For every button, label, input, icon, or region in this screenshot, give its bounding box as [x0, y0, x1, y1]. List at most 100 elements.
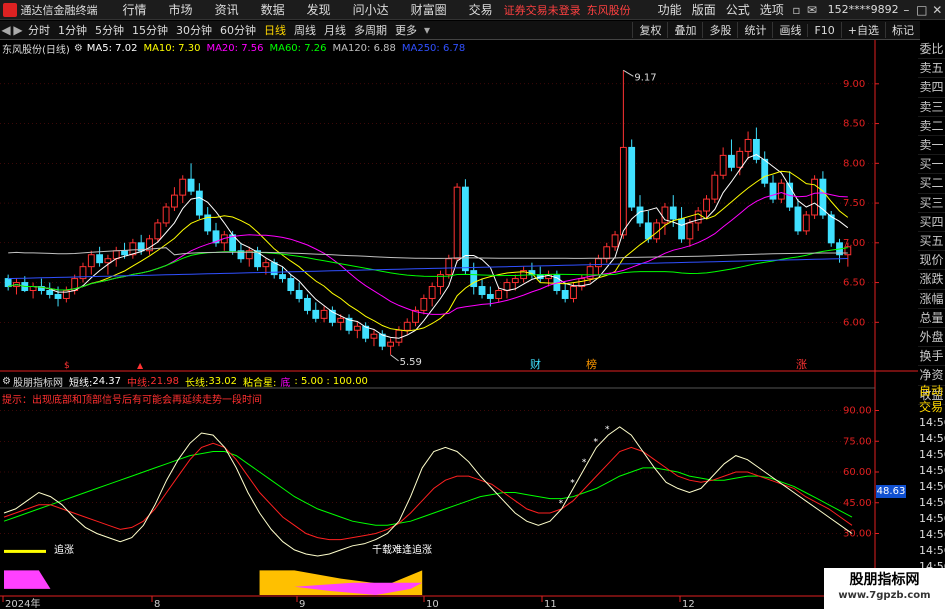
period-tick[interactable]: 分时	[24, 22, 54, 38]
menu-item-trade[interactable]: 交易	[469, 1, 493, 18]
indicator-tick-label: 60.00	[843, 467, 872, 478]
long-value: 33.02	[208, 375, 238, 387]
skin-icon[interactable]: ▫	[789, 3, 804, 17]
top-signal-mark: *	[593, 437, 598, 447]
draw-button[interactable]: 画线	[772, 22, 807, 38]
menu-item-discover[interactable]: 发现	[307, 1, 331, 18]
nav-forward-icon[interactable]: ▶	[12, 23, 24, 37]
candle-body	[445, 258, 453, 276]
period-daily[interactable]: 日线	[260, 22, 290, 38]
candle-body	[694, 210, 702, 224]
menu-item-news[interactable]: 资讯	[215, 1, 239, 18]
quote-label[interactable]: 卖四	[918, 78, 945, 98]
tick-time: 14:56	[919, 432, 945, 445]
tick-time: 14:56	[919, 528, 945, 541]
minimize-icon[interactable]: –	[899, 3, 914, 17]
top-signal-mark: *	[559, 499, 564, 509]
quote-label[interactable]: 卖二	[918, 117, 945, 137]
indicator-tick-label: 90.00	[843, 406, 872, 417]
period-30min[interactable]: 30分钟	[172, 22, 216, 38]
chart-canvas[interactable]: 9.008.508.007.507.006.506.009.175.59 财榜涨$…	[0, 40, 918, 609]
candle-body	[295, 290, 303, 299]
menu-item-layout[interactable]: 版面	[692, 1, 716, 18]
quote-label[interactable]: 卖三	[918, 98, 945, 117]
quote-label[interactable]: 委比	[918, 40, 945, 60]
side-tab[interactable]: 自动	[918, 383, 945, 399]
menu-item-market[interactable]: 行情	[123, 1, 147, 18]
period-monthly[interactable]: 月线	[320, 22, 350, 38]
candle-body	[453, 186, 461, 260]
side-tab[interactable]: 交易	[918, 399, 945, 415]
ma-legend-item: MA120: 6.88	[332, 42, 396, 54]
multi-stock-button[interactable]: 多股	[702, 22, 737, 38]
quote-label[interactable]: 买四	[918, 213, 945, 233]
quote-label[interactable]: 卖一	[918, 136, 945, 156]
price-tick-label: 6.00	[843, 317, 865, 328]
candle-body	[761, 158, 769, 184]
candle-body	[171, 194, 178, 208]
date-label: 12	[682, 599, 695, 609]
indicator-name[interactable]: 股朋指标网	[13, 374, 63, 389]
indicator-settings-icon[interactable]: ⚙	[2, 376, 11, 387]
close-icon[interactable]: ✕	[930, 3, 945, 17]
mail-icon[interactable]: ✉	[804, 3, 819, 17]
candle-body	[270, 262, 278, 276]
candle-body	[287, 278, 295, 292]
period-5min[interactable]: 5分钟	[91, 22, 128, 38]
candle-body	[154, 222, 162, 240]
overlay-button[interactable]: 叠加	[667, 22, 702, 38]
period-weekly[interactable]: 周线	[290, 22, 320, 38]
candle-body	[420, 297, 428, 311]
candle-body	[320, 309, 328, 319]
f10-button[interactable]: F10	[807, 23, 840, 37]
chart-background	[0, 40, 918, 609]
mark-button[interactable]: 标记	[885, 22, 920, 38]
quote-label[interactable]: 涨幅	[918, 290, 945, 309]
quote-label[interactable]: 买五	[918, 232, 945, 252]
date-label: 9	[299, 599, 305, 609]
quote-label[interactable]: 买一	[918, 155, 945, 175]
quote-label[interactable]: 现价	[918, 251, 945, 271]
top-signal-mark: *	[570, 478, 575, 488]
quote-label[interactable]: 卖五	[918, 59, 945, 79]
menu-item-formula[interactable]: 公式	[726, 1, 750, 18]
indicator-tick-label: 45.00	[843, 498, 872, 509]
period-more[interactable]: 更多	[391, 22, 421, 38]
tick-time: 14:56	[919, 464, 945, 477]
candle-body	[794, 206, 802, 232]
candle-body	[46, 290, 54, 295]
menu-item-function[interactable]: 功能	[658, 1, 682, 18]
maximize-icon[interactable]: □	[914, 3, 929, 17]
quote-label[interactable]: 涨跌	[918, 270, 945, 290]
menu-item-data[interactable]: 数据	[261, 1, 285, 18]
ma-legend-item: MA60: 7.26	[269, 42, 327, 54]
period-multi[interactable]: 多周期	[350, 22, 391, 38]
add-favorite-button[interactable]: +自选	[840, 22, 885, 38]
quote-label[interactable]: 换手	[918, 347, 945, 367]
user-account[interactable]: 152****9892	[828, 3, 899, 16]
quote-label[interactable]: 总量	[918, 309, 945, 329]
quote-label[interactable]: 买二	[918, 174, 945, 194]
menu-item-exchange[interactable]: 市场	[169, 1, 193, 18]
period-60min[interactable]: 60分钟	[216, 22, 260, 38]
settings-icon[interactable]: ⚙	[74, 43, 83, 54]
login-warning[interactable]: 证券交易未登录	[504, 2, 581, 18]
quote-label[interactable]: 外盘	[918, 328, 945, 348]
menu-item-wealth[interactable]: 财富圈	[411, 1, 447, 18]
menu-item-options[interactable]: 选项	[760, 1, 784, 18]
candle-body	[104, 258, 112, 264]
top-signal-mark: *	[582, 458, 587, 468]
quote-label[interactable]: 买三	[918, 194, 945, 213]
candle-body	[561, 290, 569, 299]
period-1min[interactable]: 1分钟	[54, 22, 91, 38]
adjust-button[interactable]: 复权	[632, 22, 667, 38]
candle-body	[486, 293, 494, 299]
menu-item-ask[interactable]: 问小达	[353, 1, 389, 18]
watermark: 股朋指标网 www.7gpzb.com	[824, 568, 945, 609]
nav-back-icon[interactable]: ◀	[0, 23, 12, 37]
statistics-button[interactable]: 统计	[737, 22, 772, 38]
candle-body	[96, 254, 104, 264]
dropdown-icon[interactable]: ▾	[421, 23, 433, 37]
date-label: 11	[544, 599, 557, 609]
period-15min[interactable]: 15分钟	[128, 22, 172, 38]
